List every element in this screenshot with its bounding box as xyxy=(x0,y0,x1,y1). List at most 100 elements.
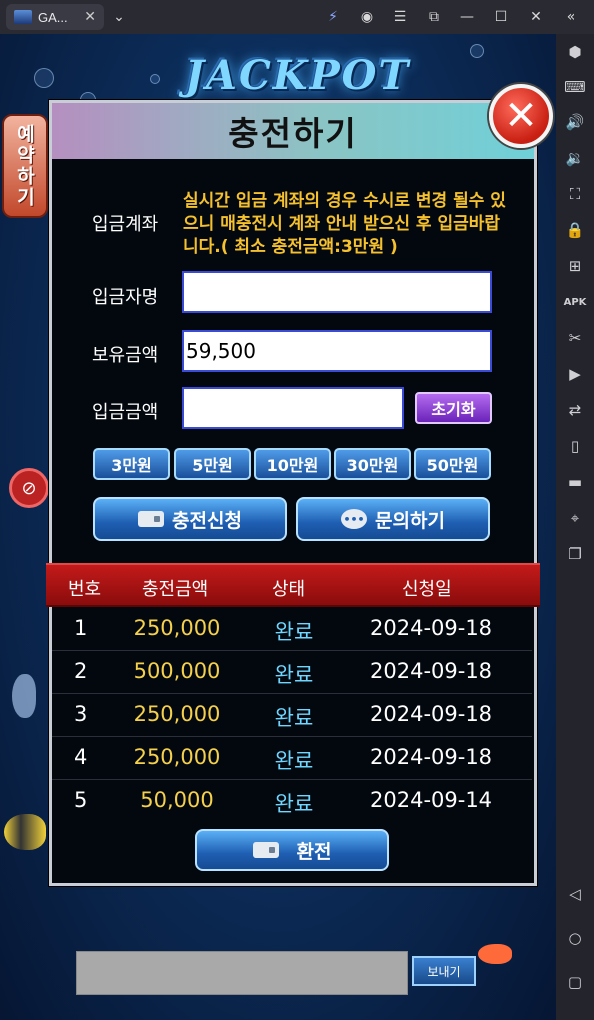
quick-amount-50000[interactable]: 5만원 xyxy=(174,448,251,480)
reset-button[interactable]: 초기화 xyxy=(415,392,492,424)
lock-icon[interactable]: 🔒 xyxy=(563,218,587,242)
quick-amount-500000[interactable]: 50만원 xyxy=(414,448,491,480)
fullscreen-icon[interactable]: ⛶ xyxy=(563,182,587,206)
window-titlebar: GA... ✕ ⌄ ⚡ ◉ ☰ ⧉ — ☐ ✕ « xyxy=(0,0,594,34)
folder-icon[interactable]: ▬ xyxy=(563,470,587,494)
row-status: 완료 xyxy=(274,749,314,773)
table-row: 4 250,000 완료 2024-09-18 xyxy=(52,737,532,780)
row-date: 2024-09-18 xyxy=(370,702,493,726)
apply-charge-label: 충전신청 xyxy=(172,509,242,532)
row-amount: 50,000 xyxy=(140,788,214,812)
recents-icon[interactable]: ▢ xyxy=(563,970,587,994)
depositor-label: 입금자명 xyxy=(92,287,159,308)
collapse-sidebar-icon[interactable]: « xyxy=(560,6,582,28)
inquiry-button[interactable]: ••• 문의하기 xyxy=(296,497,490,541)
row-number: 2 xyxy=(74,659,88,683)
mute-icon[interactable]: ⊘ xyxy=(9,468,49,508)
jackpot-logo: JACKPOT xyxy=(185,52,411,99)
table-row: 3 250,000 완료 2024-09-18 xyxy=(52,694,532,737)
volume-up-icon[interactable]: 🔊 xyxy=(563,110,587,134)
bubble-decoration xyxy=(470,44,484,58)
modal-title: 충전하기 xyxy=(228,114,358,153)
account-icon[interactable]: ◉ xyxy=(356,6,378,28)
send-button[interactable]: 보내기 xyxy=(412,956,476,986)
col-amount: 충전금액 xyxy=(142,579,209,600)
col-status: 상태 xyxy=(272,579,306,600)
apk-icon[interactable]: APK xyxy=(563,290,587,314)
back-icon[interactable]: ◁ xyxy=(563,882,587,906)
row-amount: 250,000 xyxy=(133,745,221,769)
modal-header: 충전하기 xyxy=(52,103,534,159)
bubble-decoration xyxy=(150,74,160,84)
fish-decoration xyxy=(478,944,512,964)
inquiry-label: 문의하기 xyxy=(375,509,445,532)
quick-amount-300000[interactable]: 30만원 xyxy=(334,448,411,480)
deposit-notice: 실시간 입금 계좌의 경우 수시로 변경 될수 있으니 매충전시 계좌 안내 받… xyxy=(183,191,506,257)
tab-close-icon[interactable]: ✕ xyxy=(84,9,96,25)
record-icon[interactable]: ▶ xyxy=(563,362,587,386)
row-amount: 250,000 xyxy=(133,616,221,640)
row-number: 5 xyxy=(74,788,88,812)
tab-dropdown-icon[interactable]: ⌄ xyxy=(108,6,130,28)
sync-icon[interactable]: ⇄ xyxy=(563,398,587,422)
row-amount: 500,000 xyxy=(133,659,221,683)
minimize-icon[interactable]: — xyxy=(456,6,478,28)
balance-label: 보유금액 xyxy=(92,345,159,366)
location-icon[interactable]: ⌖ xyxy=(563,506,587,530)
withdraw-button[interactable]: 환전 xyxy=(195,829,389,871)
apply-charge-button[interactable]: 충전신청 xyxy=(93,497,287,541)
row-number: 4 xyxy=(74,745,88,769)
col-date: 신청일 xyxy=(402,579,452,600)
chat-input[interactable] xyxy=(76,951,408,995)
row-date: 2024-09-14 xyxy=(370,788,493,812)
boost-icon[interactable]: ⚡ xyxy=(322,6,344,28)
row-status: 완료 xyxy=(274,706,314,730)
rotate-icon[interactable]: ▯ xyxy=(563,434,587,458)
row-status: 완료 xyxy=(274,620,314,644)
depositor-input[interactable] xyxy=(182,271,492,313)
maximize-icon[interactable]: ☐ xyxy=(490,6,512,28)
hexagon-icon[interactable]: ⬢ xyxy=(563,40,587,64)
multi-instance-icon[interactable]: ❐ xyxy=(563,542,587,566)
close-modal-button[interactable]: ✕ xyxy=(489,84,553,148)
reserve-button[interactable]: 예약하기 xyxy=(2,114,48,218)
dolphin-decoration xyxy=(12,674,36,718)
row-date: 2024-09-18 xyxy=(370,659,493,683)
balance-field: 59,500 xyxy=(182,330,492,372)
close-window-icon[interactable]: ✕ xyxy=(525,6,547,28)
menu-icon[interactable]: ☰ xyxy=(389,6,411,28)
row-date: 2024-09-18 xyxy=(370,745,493,769)
deposit-account-label: 입금계좌 xyxy=(92,214,159,235)
keyboard-icon[interactable]: ⌨ xyxy=(563,75,587,99)
quick-amount-30000[interactable]: 3만원 xyxy=(93,448,170,480)
app-icon xyxy=(14,10,32,24)
row-amount: 250,000 xyxy=(133,702,221,726)
chat-bubble-icon: ••• xyxy=(341,509,368,529)
add-icon[interactable]: ⊞ xyxy=(563,254,587,278)
reserve-label: 예약하기 xyxy=(13,124,36,208)
wallet-icon xyxy=(252,842,279,858)
home-icon[interactable]: ○ xyxy=(563,926,587,950)
popout-icon[interactable]: ⧉ xyxy=(423,6,445,28)
history-table-header: 번호 충전금액 상태 신청일 xyxy=(46,563,540,607)
browser-tab[interactable]: GA... ✕ xyxy=(6,4,104,30)
volume-down-icon[interactable]: 🔉 xyxy=(563,146,587,170)
amount-label: 입금금액 xyxy=(92,402,159,423)
col-number: 번호 xyxy=(68,579,102,600)
emulator-sidebar: ⬢ ⌨ 🔊 🔉 ⛶ 🔒 ⊞ APK ✂ ▶ ⇄ ▯ ▬ ⌖ ❐ ◁ ○ ▢ xyxy=(556,34,594,1020)
scissors-icon[interactable]: ✂ xyxy=(563,326,587,350)
table-row: 5 50,000 완료 2024-09-14 xyxy=(52,780,532,823)
amount-input[interactable] xyxy=(182,387,404,429)
tab-title: GA... xyxy=(38,9,68,25)
row-number: 3 xyxy=(74,702,88,726)
withdraw-label: 환전 xyxy=(296,840,332,863)
row-number: 1 xyxy=(74,616,88,640)
bubble-decoration xyxy=(34,68,54,88)
table-row: 2 500,000 완료 2024-09-18 xyxy=(52,651,532,694)
quick-amount-100000[interactable]: 10만원 xyxy=(254,448,331,480)
fish-decoration xyxy=(4,814,46,850)
row-status: 완료 xyxy=(274,663,314,687)
row-date: 2024-09-18 xyxy=(370,616,493,640)
wallet-icon xyxy=(138,511,165,527)
row-status: 완료 xyxy=(274,792,314,816)
